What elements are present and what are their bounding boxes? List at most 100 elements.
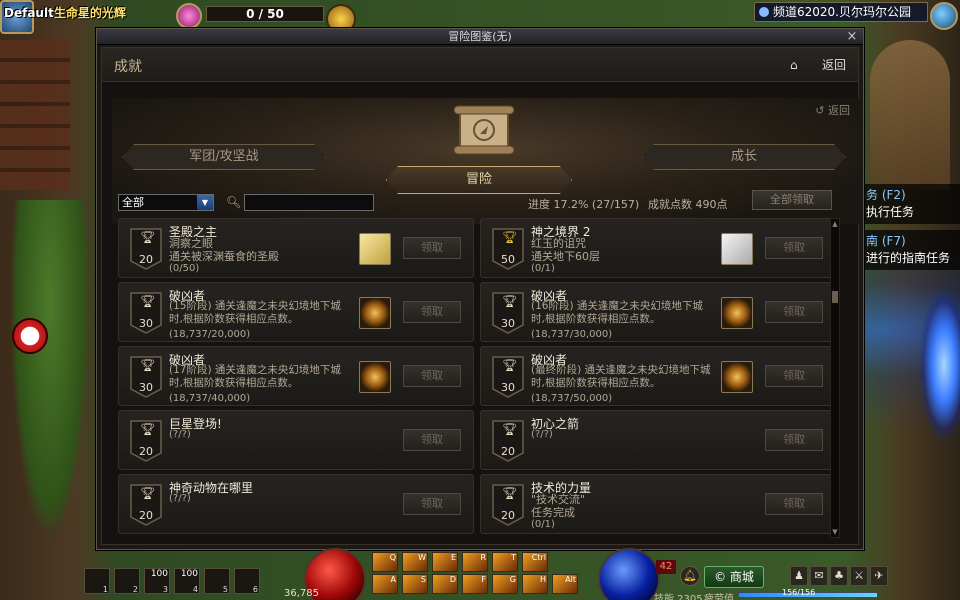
item-slot[interactable]: 1 xyxy=(84,568,110,594)
achievement-card: 🏆︎ 30 破凶者 (15阶段) 通关逢魔之未央幻境地下城时,根据阶数获得相应点数。(… xyxy=(118,282,474,342)
skill-key: Alt xyxy=(565,575,576,584)
shop-button[interactable]: © 商城 xyxy=(704,566,764,588)
scroll-up-icon[interactable]: ▲ xyxy=(831,219,839,229)
mp-orb xyxy=(598,548,660,600)
bottom-hud: 1 2 100 3 100 4 5 6 36,785 Q W E R T Ctrl A S D F G H Alt 4… xyxy=(82,548,960,600)
trophy-icon: 🏆︎ xyxy=(140,230,156,244)
back-small-button[interactable]: ↺ 返回 xyxy=(815,102,850,118)
reward-icon[interactable] xyxy=(359,233,391,265)
category-select[interactable]: 全部 ▼ xyxy=(118,194,214,211)
quest-panel[interactable]: 务 (F2) 执行任务 xyxy=(862,184,960,224)
claim-button[interactable]: 领取 xyxy=(403,429,461,451)
chevron-down-icon: ▼ xyxy=(197,195,213,210)
skill-key: H xyxy=(539,575,546,584)
skill-key: F xyxy=(481,575,486,584)
equipment-icon[interactable]: ⚔ xyxy=(850,566,868,586)
section-title: 成就 xyxy=(114,59,142,75)
settings-icon[interactable]: ✈ xyxy=(870,566,888,586)
channel-indicator[interactable]: 频道62020.贝尔玛尔公园 xyxy=(754,2,928,22)
skill-slot[interactable]: S xyxy=(402,574,428,594)
skill-slot[interactable]: F xyxy=(462,574,488,594)
item-slot[interactable]: 5 xyxy=(204,568,230,594)
skill-slot[interactable]: R xyxy=(462,552,488,572)
trophy-icon: 🏆︎ xyxy=(140,422,156,436)
achievement-progress: (18,737/30,000) xyxy=(531,329,613,340)
scroll-down-icon[interactable]: ▼ xyxy=(831,527,839,537)
skill-slot[interactable]: A xyxy=(372,574,398,594)
window-titlebar[interactable]: 冒险图鉴(无) × xyxy=(97,29,863,45)
skill-slot[interactable]: E xyxy=(432,552,458,572)
player-prefix: Default xyxy=(4,6,54,20)
scroll-thumb[interactable] xyxy=(832,291,838,303)
reward-icon[interactable] xyxy=(359,361,391,393)
tab-growth[interactable]: 成长 xyxy=(642,144,846,170)
skill-key: Q xyxy=(389,553,396,562)
portal-scenery xyxy=(920,290,960,440)
item-slot[interactable]: 6 xyxy=(234,568,260,594)
skill-slot[interactable]: H xyxy=(522,574,548,594)
bell-icon[interactable]: 🔔︎ xyxy=(680,566,700,586)
reward-icon[interactable] xyxy=(721,361,753,393)
claim-button[interactable]: 领取 xyxy=(403,493,461,515)
achievement-desc: "技术交流" 任务完成 xyxy=(531,493,586,519)
back-button[interactable]: 返回 xyxy=(822,56,846,73)
points-value: 30 xyxy=(501,317,515,330)
guild-icon[interactable]: ♣ xyxy=(830,566,848,586)
character-icon[interactable]: ♟ xyxy=(790,566,808,586)
points-value: 20 xyxy=(139,253,153,266)
skill-slot[interactable]: W xyxy=(402,552,428,572)
level-badge: 42 xyxy=(656,560,676,574)
npc-icon[interactable] xyxy=(12,318,48,354)
skill-slot[interactable]: G xyxy=(492,574,518,594)
points-badge: 🏆︎ 30 xyxy=(129,355,163,399)
achievement-card: 🏆︎ 20 技术的力量 "技术交流" 任务完成 (0/1) 领取 xyxy=(480,474,836,534)
reward-icon[interactable] xyxy=(359,297,391,329)
tab-legion-raid[interactable]: 军团/攻坚战 xyxy=(122,144,326,170)
claim-button[interactable]: 领取 xyxy=(765,429,823,451)
claim-button[interactable]: 领取 xyxy=(765,365,823,387)
home-icon[interactable]: ⌂ xyxy=(790,58,804,72)
claim-all-button[interactable]: 全部领取 xyxy=(752,190,832,210)
slot-key: 2 xyxy=(132,585,138,594)
points-value: 30 xyxy=(139,317,153,330)
mail-icon[interactable]: ✉ xyxy=(810,566,828,586)
claim-button[interactable]: 领取 xyxy=(765,493,823,515)
trophy-icon: 🏆︎ xyxy=(502,294,518,308)
guide-panel[interactable]: 南 (F7) 进行的指南任务 xyxy=(862,230,960,270)
list-scrollbar[interactable]: ▲ ▼ xyxy=(830,218,840,538)
channel-dot-icon xyxy=(759,7,769,17)
skill-slot[interactable]: Alt xyxy=(552,574,578,594)
trophy-icon: 🏆︎ xyxy=(502,422,518,436)
skill-slot[interactable]: Q xyxy=(372,552,398,572)
reward-icon[interactable] xyxy=(721,297,753,329)
reward-icon[interactable] xyxy=(721,233,753,265)
gem-icon[interactable] xyxy=(176,3,202,29)
item-slot[interactable]: 2 xyxy=(114,568,140,594)
search-input[interactable] xyxy=(244,194,374,211)
claim-button[interactable]: 领取 xyxy=(403,237,461,259)
achievement-progress: (18,737/40,000) xyxy=(169,393,251,404)
skill-slot[interactable]: Ctrl xyxy=(522,552,548,572)
skill-slot[interactable]: D xyxy=(432,574,458,594)
globe-icon[interactable] xyxy=(930,2,958,30)
window-body: 成就 ⌂ 返回 ↺ 返回 军团/攻坚战 冒险 成长 全部 ▼ 🔍︎ 进度 17.… xyxy=(101,47,860,545)
scroll-emblem-icon xyxy=(453,105,515,155)
claim-button[interactable]: 领取 xyxy=(765,237,823,259)
achievement-progress: (18,737/20,000) xyxy=(169,329,251,340)
achievement-progress: (18,737/50,000) xyxy=(531,393,613,404)
fatigue-value: 156/156 xyxy=(782,588,816,597)
claim-button[interactable]: 领取 xyxy=(765,301,823,323)
claim-button[interactable]: 领取 xyxy=(403,301,461,323)
points-value: 20 xyxy=(139,509,153,522)
skill-bar: Q W E R T Ctrl A S D F G H Alt xyxy=(372,552,596,598)
item-slot[interactable]: 100 3 xyxy=(144,568,170,594)
close-button[interactable]: × xyxy=(845,29,859,44)
skill-slot[interactable]: T xyxy=(492,552,518,572)
slot-key: 6 xyxy=(252,585,258,594)
item-slot[interactable]: 100 4 xyxy=(174,568,200,594)
back-small-label: 返回 xyxy=(828,104,850,117)
tab-adventure[interactable]: 冒险 xyxy=(386,166,572,194)
points-badge: 🏆︎ 30 xyxy=(491,355,525,399)
claim-button[interactable]: 领取 xyxy=(403,365,461,387)
achievement-card: 🏆︎ 30 破凶者 (最终阶段) 通关逢魔之未央幻境地下城时,根据阶数获得相应点数。(… xyxy=(480,346,836,406)
